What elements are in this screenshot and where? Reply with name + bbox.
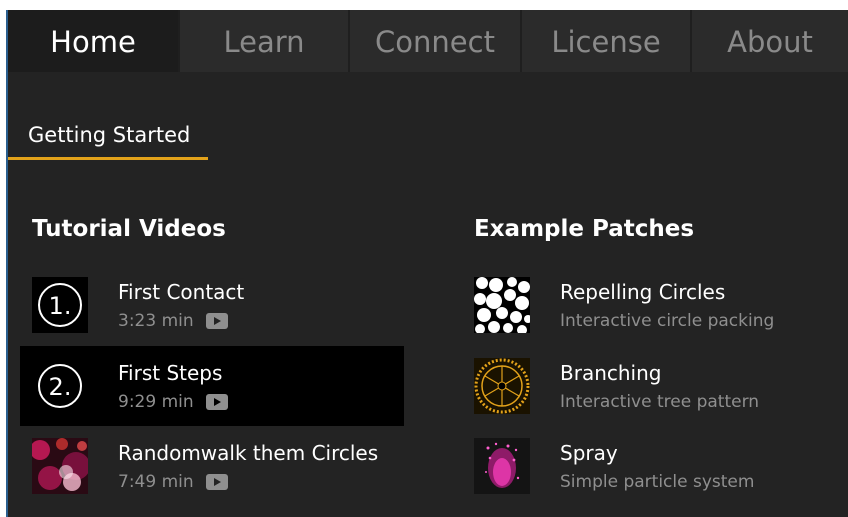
tutorial-duration: 3:23 min [118,311,194,331]
subtab-getting-started[interactable]: Getting Started [8,118,208,158]
tutorial-thumbnail-2: 2. [32,358,88,414]
main-nav: Home Learn Connect License About [8,10,848,72]
example-title: Branching [560,361,662,385]
tab-home[interactable]: Home [8,10,178,72]
window-left-edge [0,0,8,517]
window-top-edge [0,0,848,10]
tutorial-number: 1. [49,292,72,320]
tab-license[interactable]: License [520,10,690,72]
tutorial-number: 2. [49,373,72,401]
example-title: Spray [560,441,618,465]
tutorial-thumbnail-1: 1. [32,277,88,333]
tutorial-item-randomwalk[interactable]: Randomwalk them Circles 7:49 min [20,426,404,506]
example-thumbnail-branching [474,358,530,414]
tutorial-title: First Contact [118,280,245,304]
example-thumbnail-repelling-circles [474,277,530,333]
tutorial-thumbnail-3 [32,438,88,494]
example-item-repelling-circles[interactable]: Repelling Circles Interactive circle pac… [462,265,842,345]
tab-connect[interactable]: Connect [348,10,520,72]
tutorial-title: Randomwalk them Circles [118,441,379,465]
play-icon [206,474,228,490]
tutorial-videos-heading: Tutorial Videos [32,216,226,242]
example-item-spray[interactable]: Spray Simple particle system [462,426,842,506]
tutorial-title: First Steps [118,361,223,385]
tutorial-item-first-steps[interactable]: 2. First Steps 9:29 min [20,346,404,426]
example-thumbnail-spray [474,438,530,494]
example-subtitle: Interactive tree pattern [560,392,760,412]
tab-about[interactable]: About [690,10,848,72]
example-patches-heading: Example Patches [474,216,695,242]
tutorial-duration: 7:49 min [118,472,194,492]
example-subtitle: Interactive circle packing [560,311,775,331]
tab-learn[interactable]: Learn [178,10,348,72]
example-title: Repelling Circles [560,280,726,304]
tutorial-item-first-contact[interactable]: 1. First Contact 3:23 min [20,265,404,345]
example-item-branching[interactable]: Branching Interactive tree pattern [462,346,842,426]
play-icon [206,394,228,410]
example-subtitle: Simple particle system [560,472,755,492]
play-icon [206,313,228,329]
tutorial-duration: 9:29 min [118,392,194,412]
subtab-active-indicator [8,157,208,160]
